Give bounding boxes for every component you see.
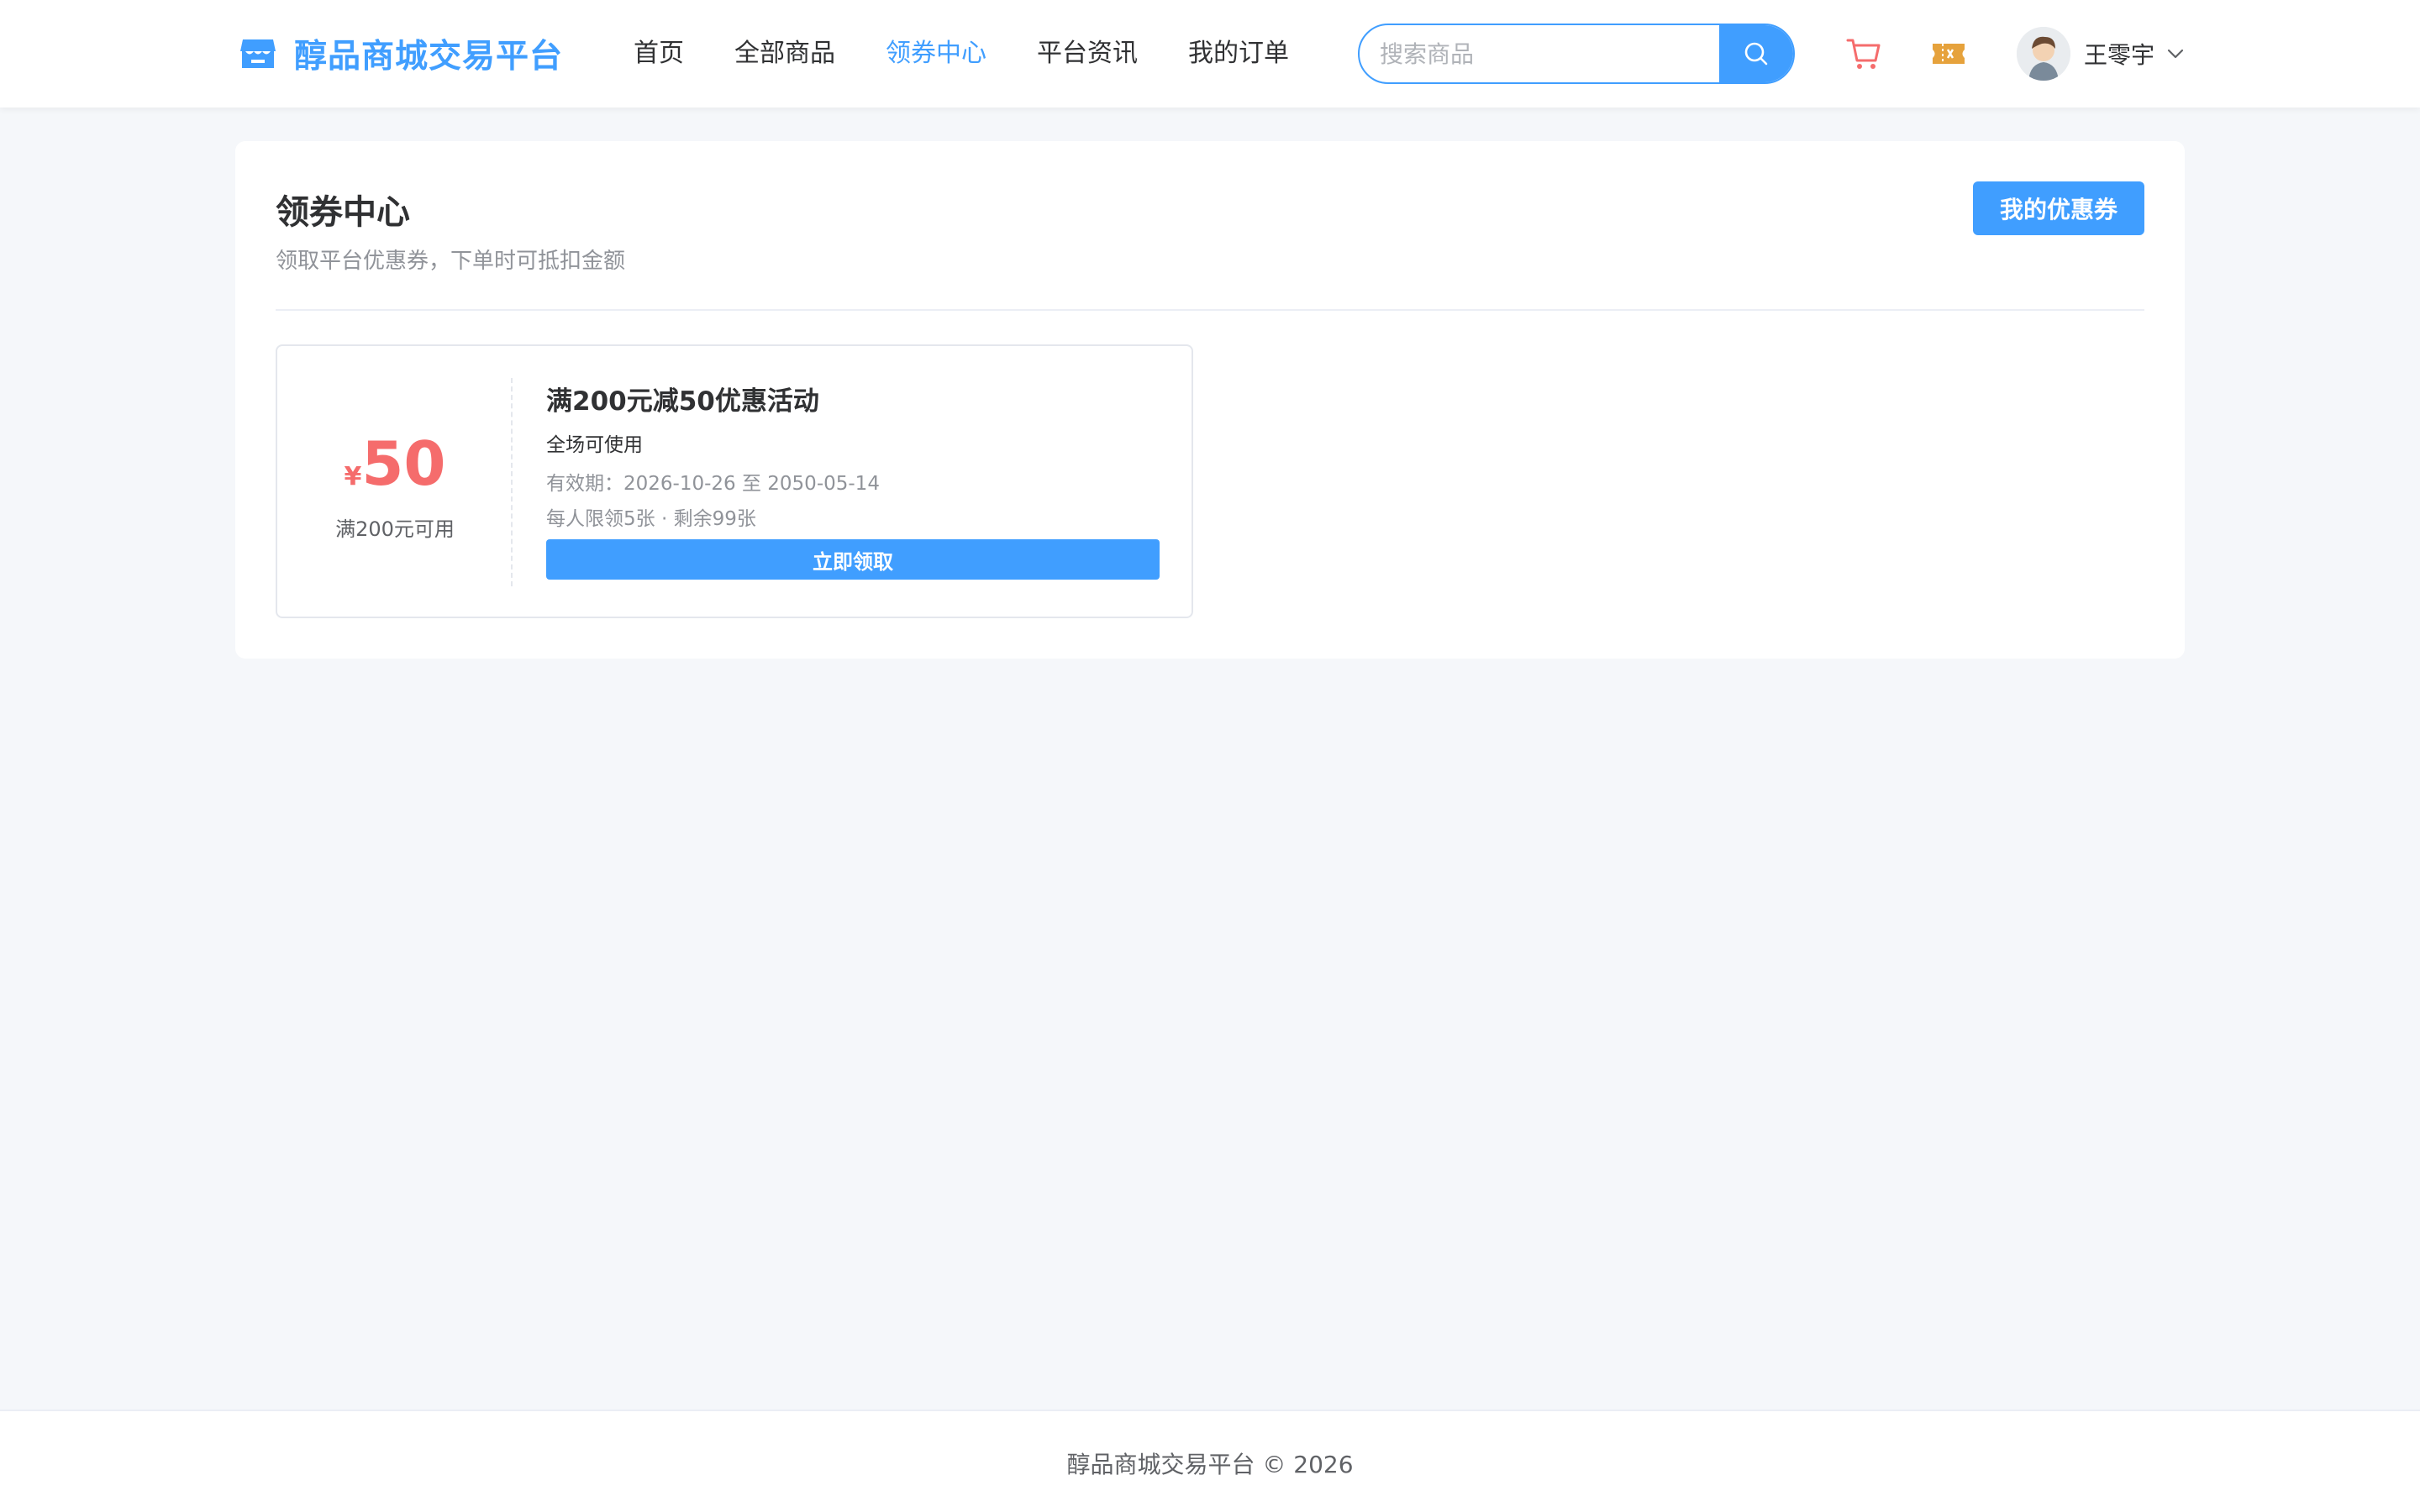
top-header: 醇品商城交易平台 首页 全部商品 领券中心 平台资讯 我的订单 搜索商品 王零宇 xyxy=(0,0,2420,108)
cart-icon[interactable] xyxy=(1845,35,1882,72)
coupon-separator xyxy=(511,378,513,586)
nav-all-products[interactable]: 全部商品 xyxy=(734,34,835,74)
coupon-ticket-icon[interactable] xyxy=(1931,37,1966,71)
footer-copyright: 醇品商城交易平台 © 2026 xyxy=(1066,1451,1354,1478)
my-coupons-button[interactable]: 我的优惠券 xyxy=(1973,181,2144,235)
coupon-value-section: ¥50 满200元可用 xyxy=(277,346,513,617)
coupon-info-section: 满200元减50优惠活动 全场可使用 有效期：2026-10-26 至 2050… xyxy=(546,346,1161,617)
user-name: 王零宇 xyxy=(2084,41,2155,69)
page-subtitle: 领取平台优惠券，下单时可抵扣金额 xyxy=(276,249,626,274)
search-input[interactable] xyxy=(1360,25,1719,82)
chevron-down-icon xyxy=(2167,49,2184,59)
coupon-condition: 满200元可用 xyxy=(335,517,455,541)
site-logo[interactable]: 醇品商城交易平台 xyxy=(239,32,563,76)
user-menu[interactable]: 王零宇 xyxy=(2017,27,2185,81)
page-title: 领券中心 xyxy=(276,193,410,232)
coupon-limit: 每人限领5张 · 剩余99张 xyxy=(546,508,756,530)
currency-symbol: ¥ xyxy=(344,462,362,491)
nav-platform-news[interactable]: 平台资讯 xyxy=(1037,34,1138,74)
avatar xyxy=(2017,27,2070,81)
footer: 醇品商城交易平台 © 2026 xyxy=(0,1410,2420,1512)
coupon-amount-value: 50 xyxy=(361,428,446,499)
search-bar xyxy=(1358,24,1795,84)
nav-coupon-center[interactable]: 领券中心 xyxy=(886,34,986,74)
logo-shop-icon xyxy=(240,39,276,68)
nav-home[interactable]: 首页 xyxy=(634,34,684,74)
coupon-amount: ¥50 xyxy=(277,430,513,497)
search-button[interactable] xyxy=(1719,25,1793,82)
coupon-validity: 有效期：2026-10-26 至 2050-05-14 xyxy=(546,473,880,495)
coupon-name: 满200元减50优惠活动 xyxy=(546,386,819,417)
claim-coupon-button[interactable]: 立即领取 xyxy=(546,539,1160,580)
user-avatar-icon xyxy=(2017,27,2070,81)
coupon-center-card: 领券中心 领取平台优惠券，下单时可抵扣金额 我的优惠券 ¥50 满200元可用 … xyxy=(235,141,2185,659)
coupon-scope: 全场可使用 xyxy=(546,434,643,456)
search-icon xyxy=(1744,42,1768,66)
main-nav: 首页 全部商品 领券中心 平台资讯 我的订单 xyxy=(634,34,1339,74)
divider xyxy=(276,309,2144,311)
nav-my-orders[interactable]: 我的订单 xyxy=(1188,34,1289,74)
coupon-card: ¥50 满200元可用 满200元减50优惠活动 全场可使用 有效期：2026-… xyxy=(276,344,1193,618)
logo-text: 醇品商城交易平台 xyxy=(294,38,564,76)
